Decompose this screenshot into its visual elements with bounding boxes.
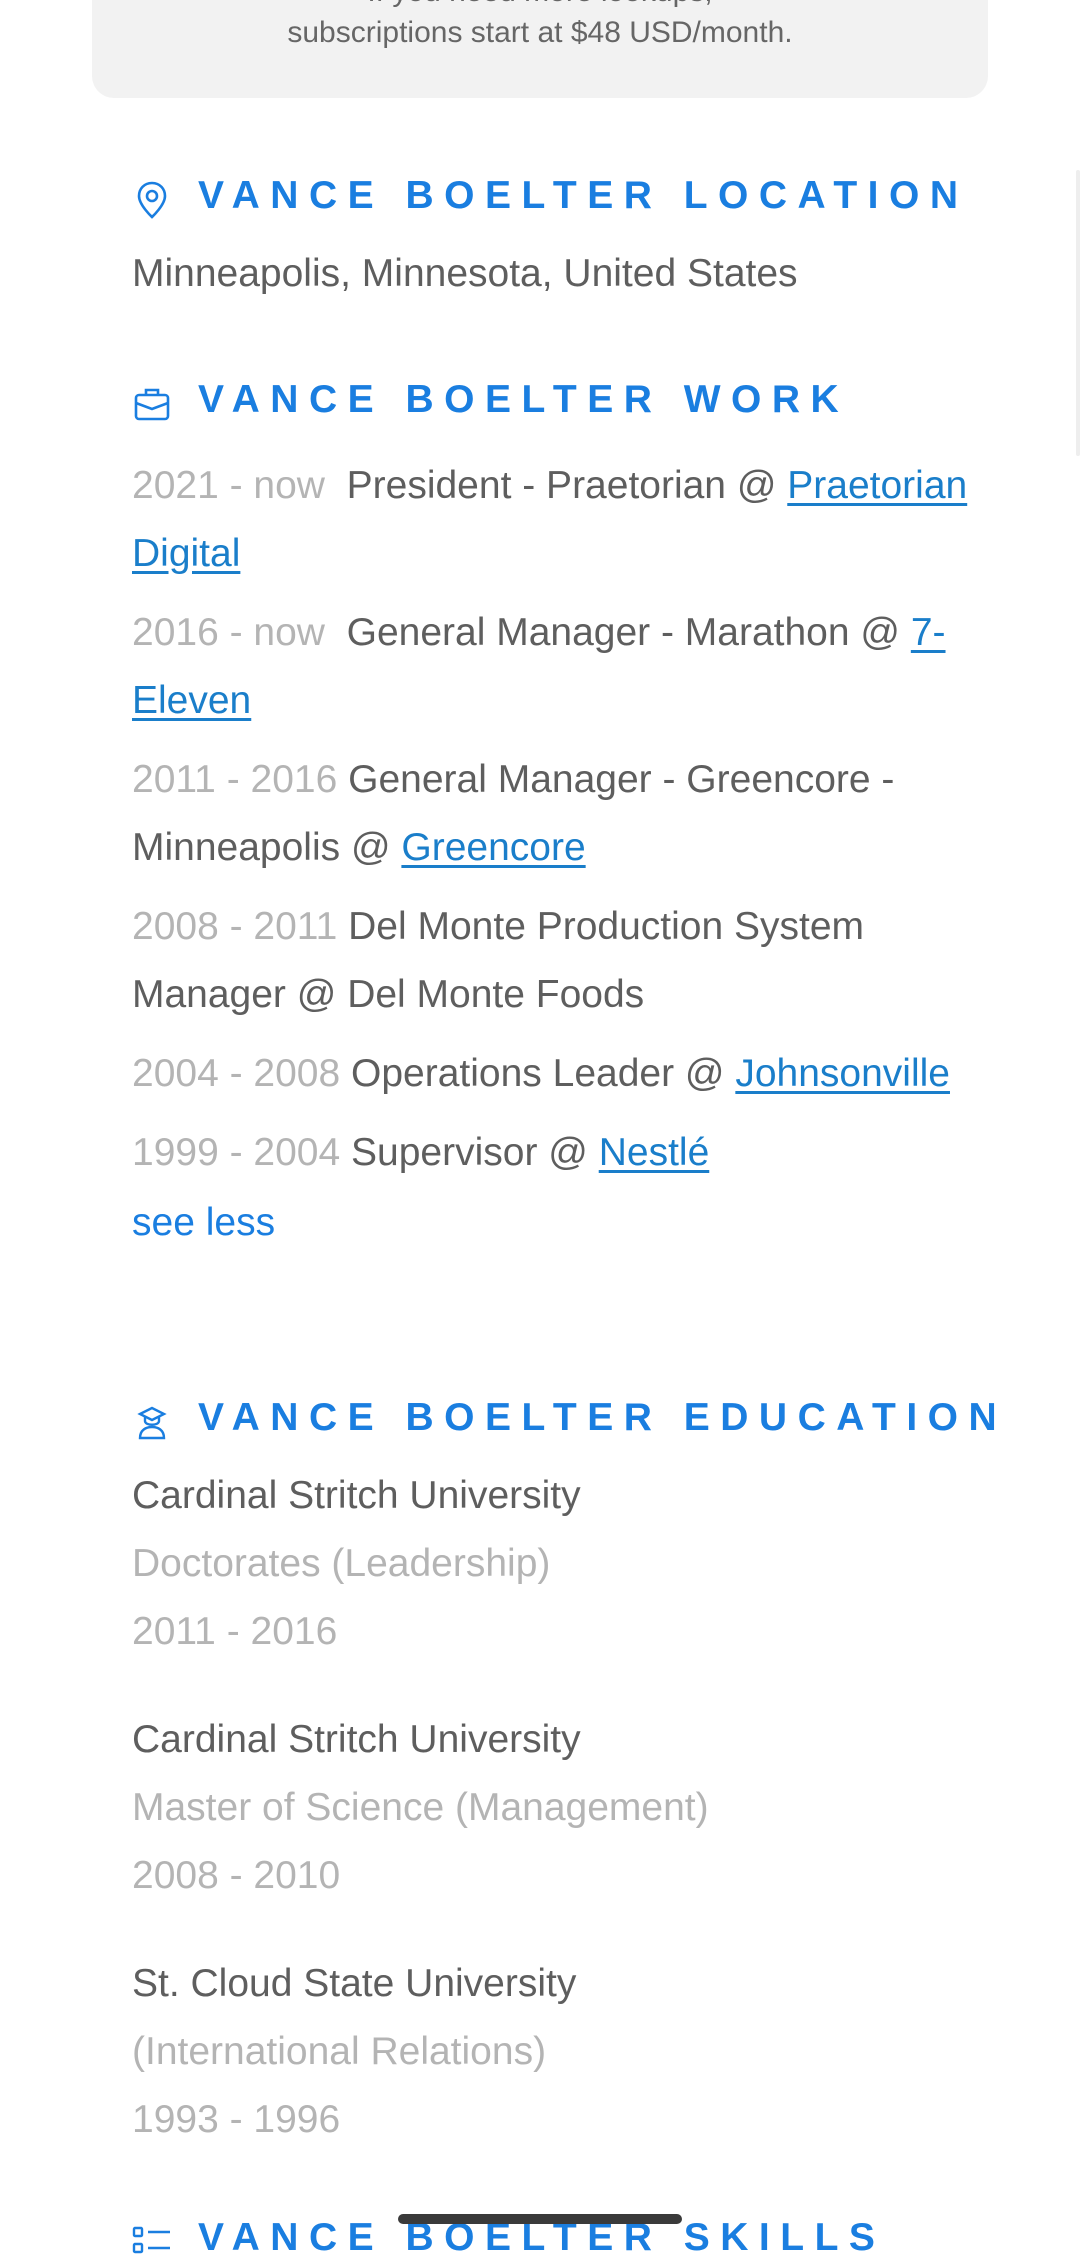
degree: Master of Science (Management) [132, 1786, 709, 1829]
list-icon [132, 2226, 170, 2254]
work-years: 2021 - now [132, 464, 325, 507]
work-item: 2008 - 2011 Del Monte Production System … [132, 893, 1012, 1029]
banner-line-2: subscriptions start at $48 USD/month. [287, 16, 793, 49]
degree: (International Relations) [132, 2030, 547, 2073]
work-header: VANCE BOELTER WORK [132, 370, 1012, 430]
education-years: 1993 - 1996 [132, 2098, 341, 2141]
education-header: VANCE BOELTER EDUCATION [132, 1388, 1012, 1448]
company-link[interactable]: Nestlé [599, 1131, 710, 1174]
degree: Doctorates (Leadership) [132, 1542, 551, 1585]
work-item: 2004 - 2008 Operations Leader @ Johnsonv… [132, 1040, 1012, 1108]
work-role: General Manager - Marathon @ [346, 611, 911, 654]
location-section: VANCE BOELTER LOCATION Minneapolis, Minn… [132, 166, 1012, 308]
work-role: Supervisor @ [351, 1131, 599, 1174]
education-years: 2011 - 2016 [132, 1610, 338, 1653]
briefcase-icon [134, 388, 170, 421]
graduate-icon [137, 1406, 167, 1440]
banner-line-1: If you need more lookups, [92, 0, 988, 10]
company-name: Del Monte Foods [347, 973, 645, 1016]
education-list: Cardinal Stritch University Doctorates (… [132, 1462, 1012, 2154]
work-item: 2016 - now General Manager - Marathon @ … [132, 599, 1012, 735]
work-years: 1999 - 2004 [132, 1131, 341, 1174]
see-less-link[interactable]: see less [132, 1194, 1012, 1252]
work-list: 2021 - now President - Praetorian @ Prae… [132, 452, 1012, 1252]
map-pin-icon [137, 181, 167, 219]
work-item: 1999 - 2004 Supervisor @ Nestlé [132, 1119, 1012, 1187]
work-years: 2004 - 2008 [132, 1052, 341, 1095]
education-section: VANCE BOELTER EDUCATION Cardinal Stritch… [132, 1388, 1012, 2194]
company-link[interactable]: Johnsonville [735, 1052, 950, 1095]
work-years: 2008 - 2011 [132, 905, 338, 948]
home-indicator[interactable] [398, 2214, 682, 2224]
work-role: President - Praetorian @ [346, 464, 788, 507]
school-name: Cardinal Stritch University [132, 1718, 581, 1761]
subscription-banner: If you need more lookups, subscriptions … [92, 0, 988, 98]
education-item: Cardinal Stritch University Doctorates (… [132, 1462, 1012, 1666]
scrollbar[interactable] [1076, 170, 1080, 456]
work-item: 2011 - 2016 General Manager - Greencore … [132, 746, 1012, 882]
work-role: Operations Leader @ [351, 1052, 736, 1095]
school-name: St. Cloud State University [132, 1962, 577, 2005]
location-header: VANCE BOELTER LOCATION [132, 166, 1012, 226]
location-value: Minneapolis, Minnesota, United States [132, 252, 798, 295]
education-title: VANCE BOELTER EDUCATION [198, 1396, 1008, 1439]
work-title: VANCE BOELTER WORK [198, 378, 850, 421]
location-title: VANCE BOELTER LOCATION [198, 174, 969, 217]
company-link[interactable]: Greencore [401, 826, 585, 869]
work-years: 2011 - 2016 [132, 758, 338, 801]
work-section: VANCE BOELTER WORK 2021 - now President … [132, 370, 1012, 1252]
education-item: Cardinal Stritch University Master of Sc… [132, 1706, 1012, 1910]
school-name: Cardinal Stritch University [132, 1474, 581, 1517]
work-item: 2021 - now President - Praetorian @ Prae… [132, 452, 1012, 588]
education-item: St. Cloud State University (Internationa… [132, 1950, 1012, 2154]
work-years: 2016 - now [132, 611, 325, 654]
education-years: 2008 - 2010 [132, 1854, 341, 1897]
